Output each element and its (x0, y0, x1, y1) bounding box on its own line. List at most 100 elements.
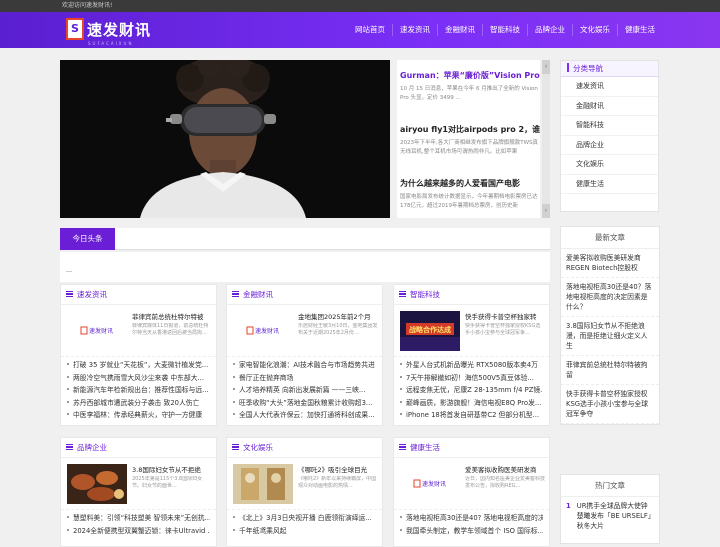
list-item[interactable]: 餐厅正在抛弃商场 (233, 372, 376, 385)
category-item[interactable]: 文化娱乐 (561, 155, 658, 175)
list-item[interactable]: 中医李福林：传承经典薪火，守护一方健康 (67, 409, 210, 422)
list-icon (399, 291, 406, 297)
headline-item[interactable]: 为什么越来越多的人爱看国产电影 国家电影局发布统计数据显示，今年暑期档电影票房已… (400, 178, 540, 211)
nav-health[interactable]: 健康生活 (617, 24, 662, 36)
food-photo (67, 464, 127, 504)
section-title-label: 智能科技 (410, 290, 440, 299)
headline-item[interactable]: airyou fly1对比airpods pro 2，谁才是 2023年下半年,… (400, 124, 540, 157)
list-item[interactable]: 全国人大代表许保云：加快打通将科创成果... (233, 409, 376, 422)
section-feature[interactable]: 战略合作达成 快手获得卡普空杯独家转 快手获得卡普空杯独家授权KSG选手小孩小宝… (394, 305, 549, 357)
category-item[interactable]: 金融财讯 (561, 97, 658, 116)
site-logo[interactable]: S 速发财讯 SUFACAIXUN (66, 18, 151, 46)
section-title[interactable]: 速发资讯 (61, 285, 216, 305)
feature-thumbnail[interactable] (67, 464, 127, 504)
list-item[interactable]: 我国牵头制定，教学车领域首个 ISO 国际标... (400, 525, 543, 538)
nav-tech[interactable]: 智能科技 (482, 24, 527, 36)
section-title-label: 速发资讯 (77, 290, 107, 299)
section-feature[interactable]: 速发财讯 爱美客拟收购医美研发商 近日，国内知名医美企业爱美客科技发布公告，拟收… (394, 458, 549, 510)
section-title-label: 金融财讯 (243, 290, 273, 299)
headline-title[interactable]: Gurman：苹果“廉价版”Vision Pro (400, 70, 540, 82)
section-title[interactable]: 品牌企业 (61, 438, 216, 458)
feature-thumbnail[interactable] (233, 464, 293, 504)
section-title[interactable]: 健康生活 (394, 438, 549, 458)
logo-thumb-icon: 速发财讯 (67, 311, 127, 351)
section-title[interactable]: 智能科技 (394, 285, 549, 305)
list-item[interactable]: 千年纸鸢乘风起 (233, 525, 376, 538)
latest-item[interactable]: 3.8国际妇女节从不拒绝浪漫，而是拒绝让细火定义人生 (561, 317, 659, 356)
nav-brand[interactable]: 品牌企业 (527, 24, 572, 36)
latest-item[interactable]: 快手获得卡普空杯独家授权KSG选手小孩小宝参与全球冠军争夺 (561, 385, 659, 424)
nav-finance[interactable]: 金融财讯 (437, 24, 482, 36)
headline-title[interactable]: 为什么越来越多的人爱看国产电影 (400, 178, 540, 190)
hot-articles: 热门文章 1 UR携手全球品牌大使钟楚曦发布「BE URSELF」秋冬大片 (560, 474, 660, 544)
feature-thumbnail[interactable]: 速发财讯 (233, 311, 293, 351)
feature-thumbnail[interactable]: 速发财讯 (67, 311, 127, 351)
hero-slide-image[interactable] (60, 60, 390, 218)
thumb-text: 战略合作达成 (409, 325, 451, 334)
headline-item[interactable]: Gurman：苹果“廉价版”Vision Pro 10 月 15 日消息，苹果在… (400, 70, 540, 103)
section-feature[interactable]: 《哪吒2》吸引全球目光 《哪吒2》新年以来持续霸屏，中国观众对动画电影的热情..… (227, 458, 382, 510)
feature-thumbnail[interactable]: 战略合作达成 (400, 311, 460, 351)
headline-title[interactable]: airyou fly1对比airpods pro 2，谁才是 (400, 124, 540, 136)
poster-photo (233, 464, 293, 504)
section-feature[interactable]: 3.8国际妇女节从不拒绝 2025年第是115个3.8国际妇女节。妇女节的面世.… (61, 458, 216, 510)
latest-item[interactable]: 爱美客拟收购医美研发商REGEN Biotech控股权 (561, 249, 659, 278)
latest-articles: 最新文章 爱美客拟收购医美研发商REGEN Biotech控股权 落地电视柜高3… (560, 226, 660, 425)
feature-title[interactable]: 菲律宾前总统杜特尔特被 (132, 311, 212, 321)
category-item[interactable]: 健康生活 (561, 175, 658, 194)
top-bar: 欢迎访问速发财讯! (0, 0, 720, 12)
list-item[interactable]: 打破 35 岁就业“天花板”，大麦微针植发党... (67, 359, 210, 372)
scroll-up-icon[interactable]: ‹ (542, 60, 550, 74)
list-item[interactable]: 新能源汽车年检新规出台：推荐性国标与远... (67, 384, 210, 397)
category-item[interactable]: 智能科技 (561, 116, 658, 136)
list-item[interactable]: 巅峰画质，影游旗舰！海信电视E8Q Pro发... (400, 397, 543, 410)
feature-title[interactable]: 3.8国际妇女节从不拒绝 (132, 464, 212, 474)
section-card-entertainment: 文化娱乐 《哪吒2》吸引全球目光 《哪吒2》新年以来持续霸屏，中国观众对动画电影… (226, 437, 383, 547)
main-menu: 网站首页 速发资讯 金融财讯 智能科技 品牌企业 文化娱乐 健康生活 (348, 12, 662, 48)
feature-desc: 快手获得卡普空杯独家授权KSG选手小孩小宝参与全球冠军争... (465, 323, 541, 336)
list-item[interactable]: iPhone 18将首发自研基带C2 但部分机型... (400, 409, 543, 422)
feature-title[interactable]: 快手获得卡普空杯独家转 (465, 311, 545, 321)
list-icon (66, 444, 73, 450)
hot-rank: 1 (566, 502, 571, 510)
hot-item[interactable]: 1 UR携手全球品牌大使钟楚曦发布「BE URSELF」秋冬大片 (561, 497, 659, 531)
list-item[interactable]: 外星人台式机新品曝光 RTX5080版本卖4万 (400, 359, 543, 372)
list-item[interactable]: 两股冷空气携雨雪大风沙尘来袭 中东部大... (67, 372, 210, 385)
section-title-label: 品牌企业 (77, 443, 107, 452)
scroll-down-icon[interactable]: › (542, 204, 550, 218)
category-item[interactable]: 速发资讯 (561, 77, 658, 97)
category-item[interactable]: 品牌企业 (561, 136, 658, 155)
feature-desc: 2025年第是115个3.8国际妇女节。妇女节的面世... (132, 476, 203, 489)
list-item[interactable]: 《北上》3月3日央视开播 白鹿领衔演绎运... (233, 512, 376, 525)
list-item[interactable]: 人才培养精英 向新出发展新篇 ——三峡... (233, 384, 376, 397)
feature-title[interactable]: 《哪吒2》吸引全球目光 (298, 464, 378, 474)
list-item[interactable]: 苏丹西部城市遭武装分子袭击 致20人伤亡 (67, 397, 210, 410)
latest-title: 最新文章 (561, 227, 659, 249)
thumb-text: 速发财讯 (255, 327, 279, 335)
feature-title[interactable]: 爱美客拟收购医美研发商 (465, 464, 545, 474)
nav-entertainment[interactable]: 文化娱乐 (572, 24, 617, 36)
latest-item[interactable]: 落地电视柜高30还是40？落地电视柜高度的决定因素是什么？ (561, 278, 659, 317)
list-item[interactable]: 2024全新便携型双翼蟹迈锁：徕卡Ultravid ... (67, 525, 210, 538)
latest-item[interactable]: 菲律宾前总统杜特尔特被拘留 (561, 356, 659, 385)
list-item[interactable]: 远程变焦无忧，尼康Z 28-135mm f/4 PZ镜... (400, 384, 543, 397)
feature-thumbnail[interactable]: 速发财讯 (400, 464, 460, 504)
list-item[interactable]: 7天午排解撤如初！海信500V5真豆体验... (400, 372, 543, 385)
today-tab[interactable]: 今日头条 (60, 228, 115, 250)
section-title[interactable]: 金融财讯 (227, 285, 382, 305)
list-item[interactable]: 落地电视柜高30还是40? 落地电视柜高度的决... (400, 512, 543, 525)
section-feature[interactable]: 速发财讯 菲律宾前总统杜特尔特被 菲律宾媒体11日报道，前总统杜特尔特当天从香港… (61, 305, 216, 357)
headline-scrollbar[interactable]: ‹ › (542, 60, 550, 218)
hot-item-text[interactable]: UR携手全球品牌大使钟楚曦发布「BE URSELF」秋冬大片 (577, 501, 654, 531)
list-item[interactable]: 家电智能化浪潮：AI技术融合与市场趋势共进 (233, 359, 376, 372)
nav-news[interactable]: 速发资讯 (392, 24, 437, 36)
section-card-brand: 品牌企业 3.8国际妇女节从不拒绝 2025年第是115个3.8国际妇女节。妇女… (60, 437, 217, 547)
header-nav: S 速发财讯 SUFACAIXUN 网站首页 速发资讯 金融财讯 智能科技 品牌… (0, 12, 720, 48)
nav-home[interactable]: 网站首页 (348, 24, 392, 36)
section-feature[interactable]: 速发财讯 金地集团2025年前2个月 乐居财经王敏3月10日，金地集团发布关于近… (227, 305, 382, 357)
feature-title[interactable]: 金地集团2025年前2个月 (298, 311, 378, 321)
thumb-text: 速发财讯 (422, 480, 446, 488)
section-title[interactable]: 文化娱乐 (227, 438, 382, 458)
list-item[interactable]: 慧塑料美：引领“科技塑美 智领未来”无创抗... (67, 512, 210, 525)
list-item[interactable]: 旺季收购“大头”落地金国秋粮累计收购超3... (233, 397, 376, 410)
